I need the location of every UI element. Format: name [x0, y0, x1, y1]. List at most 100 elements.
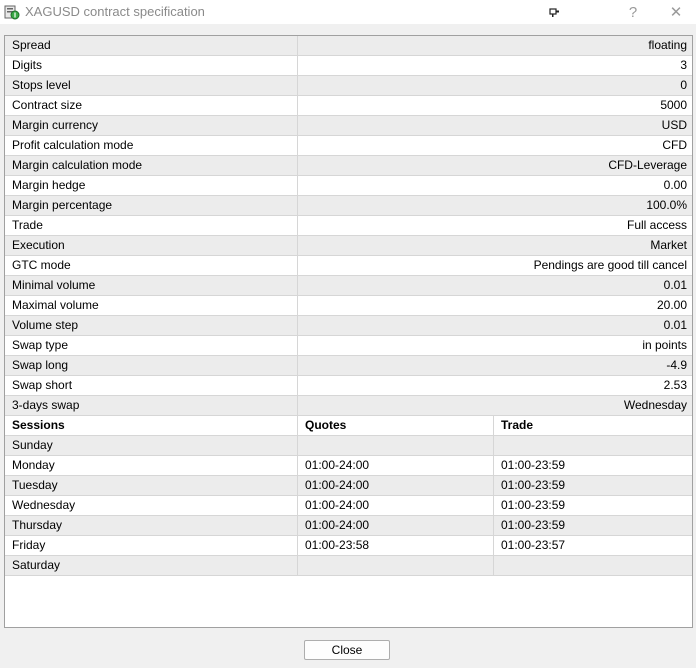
session-row[interactable]: Tuesday 01:00-24:00 01:00-23:59: [5, 475, 692, 496]
quotes-header: Quotes: [297, 415, 494, 436]
pin-icon[interactable]: [535, 0, 575, 24]
close-window-button[interactable]: ✕: [656, 0, 696, 24]
spec-row[interactable]: Stops level 0: [5, 75, 692, 96]
spec-value: Wednesday: [296, 395, 692, 416]
trade-header: Trade: [492, 415, 692, 436]
close-button[interactable]: Close: [304, 640, 390, 660]
spec-value: CFD: [296, 135, 692, 156]
spec-value: Full access: [296, 215, 692, 236]
spec-row[interactable]: Margin calculation mode CFD-Leverage: [5, 155, 692, 176]
specification-table: Spread floating Digits 3 Stops level 0 Contrac…: [5, 36, 692, 576]
spec-label: Spread: [5, 36, 298, 56]
sessions-header: Sessions: [5, 415, 298, 436]
spec-label: Margin currency: [5, 115, 298, 136]
spec-label: Swap long: [5, 355, 298, 376]
session-trade: 01:00-23:59: [492, 475, 692, 496]
spec-row[interactable]: GTC mode Pendings are good till cancel: [5, 255, 692, 276]
spec-value: 2.53: [296, 375, 692, 396]
spec-row[interactable]: Margin currency USD: [5, 115, 692, 136]
session-quotes: 01:00-24:00: [297, 495, 494, 516]
session-trade: 01:00-23:59: [492, 495, 692, 516]
session-trade: 01:00-23:59: [492, 515, 692, 536]
spec-value: 0.01: [296, 315, 692, 336]
spec-value: USD: [296, 115, 692, 136]
help-icon: ?: [628, 3, 638, 21]
spec-label: Minimal volume: [5, 275, 298, 296]
sessions-header-row: Sessions Quotes Trade: [5, 415, 692, 436]
spec-row[interactable]: Digits 3: [5, 55, 692, 76]
spec-value: floating: [296, 36, 692, 56]
session-row[interactable]: Wednesday 01:00-24:00 01:00-23:59: [5, 495, 692, 516]
session-quotes: 01:00-23:58: [297, 535, 494, 556]
spec-row[interactable]: Maximal volume 20.00: [5, 295, 692, 316]
spec-row[interactable]: Margin hedge 0.00: [5, 175, 692, 196]
close-icon: ✕: [669, 4, 683, 21]
session-trade: 01:00-23:57: [492, 535, 692, 556]
session-trade: [492, 435, 692, 456]
spec-label: Digits: [5, 55, 298, 76]
session-row[interactable]: Friday 01:00-23:58 01:00-23:57: [5, 535, 692, 556]
session-day: Saturday: [5, 555, 298, 576]
spec-value: 0.00: [296, 175, 692, 196]
spec-label: Swap short: [5, 375, 298, 396]
specification-panel[interactable]: Spread floating Digits 3 Stops level 0 Contrac…: [4, 35, 693, 628]
session-day: Friday: [5, 535, 298, 556]
spec-label: Stops level: [5, 75, 298, 96]
session-row[interactable]: Saturday: [5, 555, 692, 576]
window-title: XAGUSD contract specification: [25, 4, 205, 19]
spec-value: 3: [296, 55, 692, 76]
spec-value: 100.0%: [296, 195, 692, 216]
session-quotes: 01:00-24:00: [297, 475, 494, 496]
help-button[interactable]: ?: [613, 0, 653, 24]
spec-row[interactable]: Swap long -4.9: [5, 355, 692, 376]
spec-label: Maximal volume: [5, 295, 298, 316]
title-bar: XAGUSD contract specification ? ✕: [0, 0, 696, 24]
spec-label: Margin hedge: [5, 175, 298, 196]
session-trade: 01:00-23:59: [492, 455, 692, 476]
spec-label: Swap type: [5, 335, 298, 356]
session-quotes: 01:00-24:00: [297, 455, 494, 476]
spec-row[interactable]: Swap type in points: [5, 335, 692, 356]
spec-value: 0.01: [296, 275, 692, 296]
session-quotes: [297, 555, 494, 576]
spec-row[interactable]: Swap short 2.53: [5, 375, 692, 396]
session-row[interactable]: Monday 01:00-24:00 01:00-23:59: [5, 455, 692, 476]
spec-row[interactable]: Profit calculation mode CFD: [5, 135, 692, 156]
spec-row[interactable]: Volume step 0.01: [5, 315, 692, 336]
spec-row[interactable]: 3-days swap Wednesday: [5, 395, 692, 416]
spec-value: 0: [296, 75, 692, 96]
spec-value: in points: [296, 335, 692, 356]
session-quotes: 01:00-24:00: [297, 515, 494, 536]
session-day: Tuesday: [5, 475, 298, 496]
spec-value: Pendings are good till cancel: [296, 255, 692, 276]
spec-value: 20.00: [296, 295, 692, 316]
session-row[interactable]: Sunday: [5, 435, 692, 456]
spec-label: Execution: [5, 235, 298, 256]
spec-label: Margin percentage: [5, 195, 298, 216]
spec-value: -4.9: [296, 355, 692, 376]
session-day: Monday: [5, 455, 298, 476]
session-day: Sunday: [5, 435, 298, 456]
spec-row[interactable]: Contract size 5000: [5, 95, 692, 116]
spec-label: Profit calculation mode: [5, 135, 298, 156]
spec-value: 5000: [296, 95, 692, 116]
session-day: Wednesday: [5, 495, 298, 516]
session-trade: [492, 555, 692, 576]
session-day: Thursday: [5, 515, 298, 536]
spec-row[interactable]: Execution Market: [5, 235, 692, 256]
session-row[interactable]: Thursday 01:00-24:00 01:00-23:59: [5, 515, 692, 536]
spec-label: GTC mode: [5, 255, 298, 276]
spec-value: Market: [296, 235, 692, 256]
spec-row[interactable]: Margin percentage 100.0%: [5, 195, 692, 216]
spec-row[interactable]: Trade Full access: [5, 215, 692, 236]
app-icon: [4, 4, 20, 20]
spec-row[interactable]: Minimal volume 0.01: [5, 275, 692, 296]
spec-label: Trade: [5, 215, 298, 236]
spec-value: CFD-Leverage: [296, 155, 692, 176]
spec-label: 3-days swap: [5, 395, 298, 416]
session-quotes: [297, 435, 494, 456]
spec-label: Margin calculation mode: [5, 155, 298, 176]
spec-label: Volume step: [5, 315, 298, 336]
spec-row[interactable]: Spread floating: [5, 36, 692, 56]
spec-label: Contract size: [5, 95, 298, 116]
